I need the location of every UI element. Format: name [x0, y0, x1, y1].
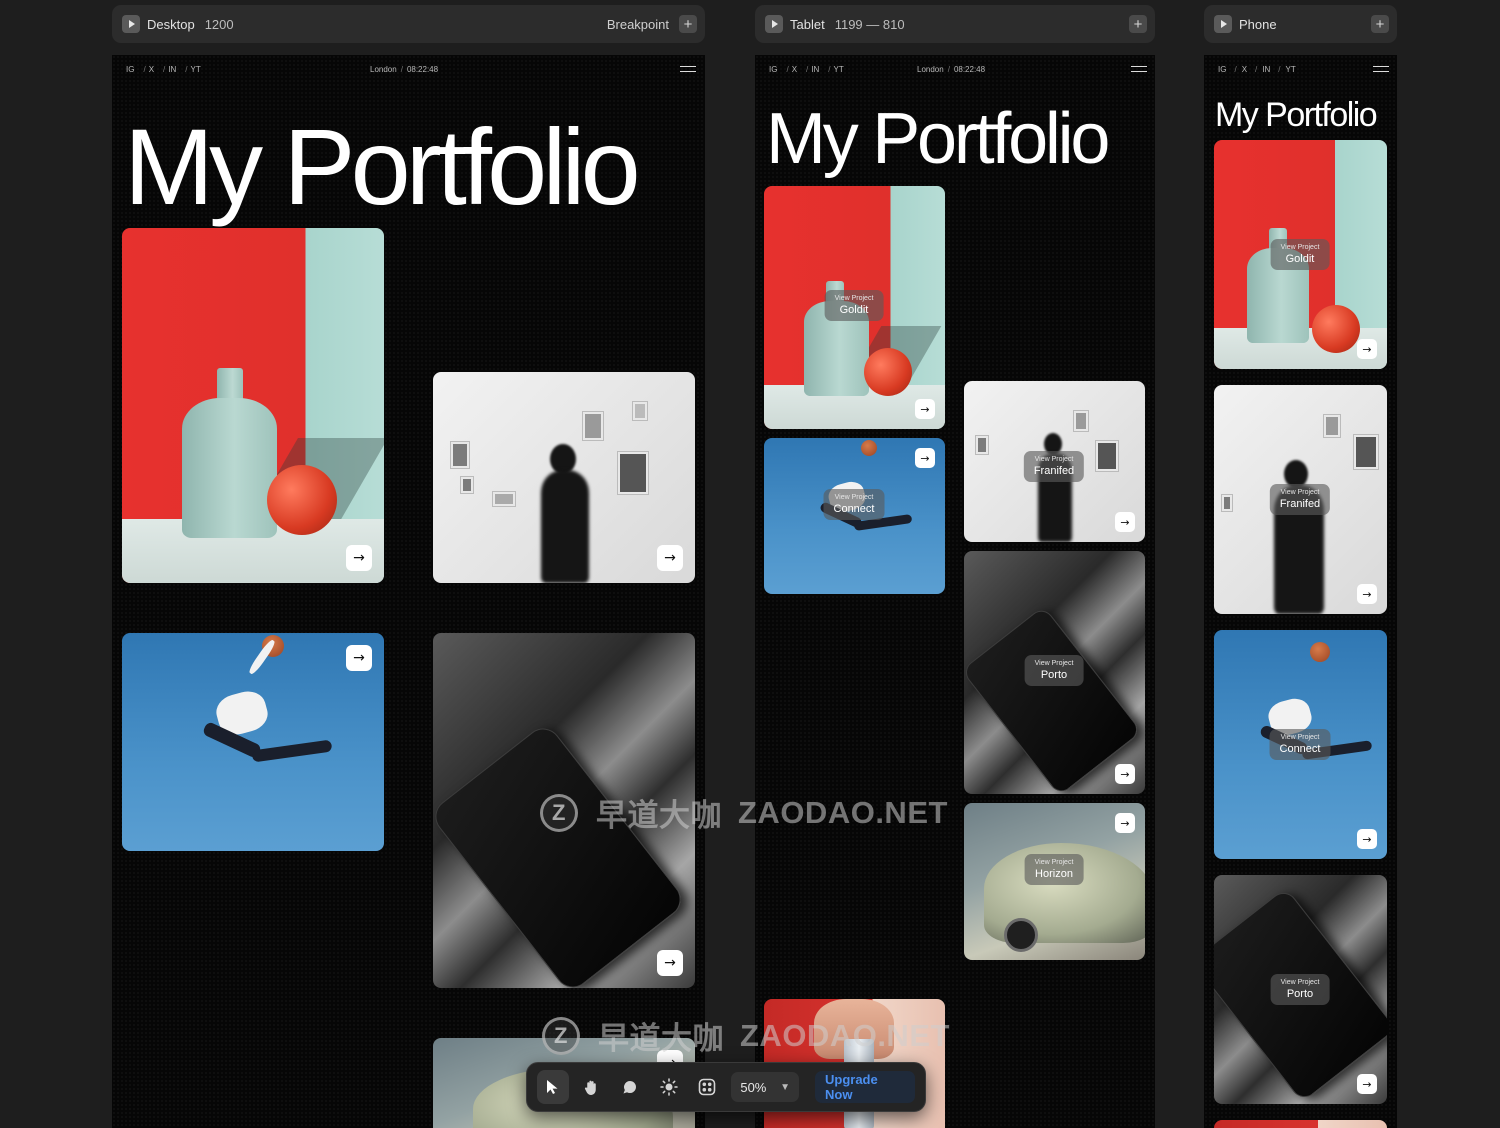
page-title: My Portfolio: [766, 99, 1110, 179]
chevron-down-icon: ▼: [780, 1081, 790, 1093]
view-project-badge[interactable]: View Project Goldit: [824, 290, 884, 321]
arrow-right-icon[interactable]: →: [657, 950, 683, 976]
social-links: IG / X / IN / YT: [1218, 65, 1296, 74]
project-card-connect[interactable]: View Project Connect →: [1214, 630, 1387, 859]
social-link-x[interactable]: X: [149, 65, 154, 74]
zoom-select[interactable]: 50% ▼: [731, 1072, 799, 1102]
hand-icon: [585, 1080, 596, 1095]
arrow-right-icon[interactable]: →: [346, 645, 372, 671]
tablet-frame: IG / X / IN / YT London/08:22:48 My Portfol…: [755, 55, 1155, 1128]
plus-icon[interactable]: +: [1371, 15, 1389, 33]
social-link-yt[interactable]: YT: [834, 65, 844, 74]
project-card-connect[interactable]: View Project Connect →: [764, 438, 945, 594]
site-top-nav: IG / X / IN / YT London/08:22:48: [755, 65, 1155, 75]
watermark-logo-icon: Z: [540, 793, 578, 832]
arrow-right-icon[interactable]: →: [1115, 512, 1135, 532]
project-card-franifed[interactable]: View Project Franifed →: [1214, 385, 1387, 614]
view-project-badge[interactable]: View Project Porto: [1024, 655, 1084, 686]
project-card-partial[interactable]: [1214, 1120, 1387, 1128]
upgrade-button[interactable]: Upgrade Now: [815, 1071, 916, 1103]
project-card-horizon[interactable]: View Project Horizon →: [964, 803, 1145, 960]
social-link-in[interactable]: IN: [1262, 65, 1270, 74]
components-tool-button[interactable]: [691, 1070, 723, 1104]
arrow-right-icon[interactable]: →: [657, 545, 683, 571]
project-card-goldit[interactable]: View Project Goldit →: [764, 186, 945, 429]
arrow-right-icon[interactable]: →: [1357, 1074, 1377, 1094]
select-tool-button[interactable]: [537, 1070, 570, 1104]
cursor-icon: [547, 1080, 558, 1094]
theme-toggle-button[interactable]: [652, 1070, 684, 1104]
view-project-badge[interactable]: View Project Connect: [1269, 729, 1331, 760]
phone-frame: IG / X / IN / YT My Portfolio View Project …: [1204, 55, 1397, 1128]
menu-icon[interactable]: [1373, 66, 1389, 72]
social-links: IG / X / IN / YT: [769, 65, 844, 74]
breakpoint-label[interactable]: Breakpoint: [607, 17, 669, 32]
page-title: My Portfolio: [124, 106, 641, 227]
site-top-nav: IG / X / IN / YT London/08:22:48: [112, 65, 705, 75]
social-link-in[interactable]: IN: [168, 65, 176, 74]
zoom-value: 50%: [740, 1079, 767, 1095]
breakpoint-name: Desktop: [147, 16, 195, 32]
view-project-badge[interactable]: View Project Connect: [823, 489, 885, 520]
location-clock: London/08:22:48: [370, 65, 439, 74]
view-project-badge[interactable]: View Project Porto: [1270, 974, 1330, 1005]
project-card-goldit[interactable]: →: [122, 228, 384, 583]
social-link-ig[interactable]: IG: [1218, 65, 1226, 74]
view-project-badge[interactable]: View Project Goldit: [1270, 239, 1330, 270]
plus-icon[interactable]: +: [1129, 15, 1147, 33]
watermark-logo-icon: Z: [542, 1016, 580, 1055]
desktop-frame: IG / X / IN / YT London/08:22:48 My Portfol…: [112, 55, 705, 1128]
bottom-toolbar: 50% ▼ Upgrade Now: [526, 1062, 926, 1112]
arrow-right-icon[interactable]: →: [1357, 584, 1377, 604]
watermark: Z 早道大咖 ZAODAO.NET: [540, 790, 948, 835]
breakpoint-size: 1199 — 810: [834, 16, 905, 32]
social-links: IG / X / IN / YT: [126, 65, 201, 74]
breakpoint-bar-desktop[interactable]: Desktop 1200 Breakpoint +: [112, 5, 705, 43]
play-icon[interactable]: [765, 15, 783, 33]
project-card-franifed[interactable]: View Project Franifed →: [964, 381, 1145, 542]
comment-icon: [623, 1081, 637, 1094]
hand-tool-button[interactable]: [575, 1070, 607, 1104]
project-card-connect[interactable]: →: [122, 633, 384, 851]
arrow-right-icon[interactable]: →: [1357, 829, 1377, 849]
social-link-x[interactable]: X: [1242, 65, 1247, 74]
breakpoint-bar-phone[interactable]: Phone +: [1204, 5, 1397, 43]
breakpoint-name: Phone: [1239, 16, 1277, 32]
social-link-ig[interactable]: IG: [126, 65, 134, 74]
menu-icon[interactable]: [680, 66, 696, 72]
arrow-right-icon[interactable]: →: [915, 448, 935, 468]
breakpoint-name: Tablet: [790, 16, 825, 32]
design-canvas: Desktop 1200 Breakpoint + Tablet 1199 — …: [0, 0, 1500, 1128]
sun-icon: [659, 1078, 678, 1096]
menu-icon[interactable]: [1131, 66, 1147, 72]
site-top-nav: IG / X / IN / YT: [1204, 65, 1397, 75]
social-link-in[interactable]: IN: [811, 65, 819, 74]
play-icon[interactable]: [122, 15, 140, 33]
play-icon[interactable]: [1214, 15, 1232, 33]
components-icon: [698, 1078, 716, 1096]
comment-tool-button[interactable]: [614, 1070, 646, 1104]
project-card-franifed[interactable]: →: [433, 372, 695, 583]
breakpoint-size: 1200: [204, 16, 234, 32]
plus-icon[interactable]: +: [679, 15, 697, 33]
arrow-right-icon[interactable]: →: [1357, 339, 1377, 359]
project-card-porto[interactable]: View Project Porto →: [1214, 875, 1387, 1104]
page-title: My Portfolio: [1215, 96, 1378, 134]
arrow-right-icon[interactable]: →: [915, 399, 935, 419]
arrow-right-icon[interactable]: →: [1115, 813, 1135, 833]
arrow-right-icon[interactable]: →: [1115, 764, 1135, 784]
social-link-x[interactable]: X: [792, 65, 797, 74]
breakpoint-bar-tablet[interactable]: Tablet 1199 — 810 +: [755, 5, 1155, 43]
view-project-badge[interactable]: View Project Franifed: [1023, 451, 1085, 482]
social-link-yt[interactable]: YT: [1286, 65, 1296, 74]
view-project-badge[interactable]: View Project Horizon: [1024, 854, 1084, 885]
project-card-goldit[interactable]: View Project Goldit →: [1214, 140, 1387, 369]
social-link-yt[interactable]: YT: [191, 65, 201, 74]
project-card-porto[interactable]: View Project Porto →: [964, 551, 1145, 794]
watermark: Z 早道大咖 ZAODAO.NET: [542, 1013, 950, 1058]
arrow-right-icon[interactable]: →: [346, 545, 372, 571]
location-clock: London/08:22:48: [917, 65, 986, 74]
view-project-badge[interactable]: View Project Franifed: [1269, 484, 1331, 515]
social-link-ig[interactable]: IG: [769, 65, 777, 74]
